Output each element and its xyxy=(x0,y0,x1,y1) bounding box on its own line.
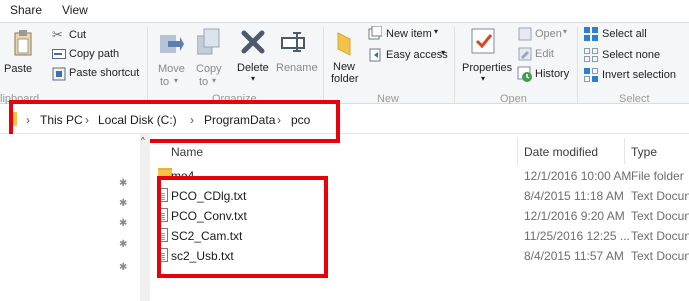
file-type: File folder xyxy=(631,169,684,183)
copy-path-icon xyxy=(52,49,66,59)
ribbon-separator xyxy=(454,27,455,103)
tab-share[interactable]: Share xyxy=(10,3,42,17)
nav-scrollbar[interactable]: ^ xyxy=(140,134,150,301)
pin-icon[interactable]: ✱ xyxy=(119,239,129,250)
move-to-dropdown-icon: ▾ xyxy=(174,76,179,85)
file-date: 11/25/2016 12:25 ... xyxy=(524,229,630,243)
paste-shortcut-icon xyxy=(52,67,66,81)
files-highlight-box xyxy=(157,176,328,278)
navigation-pane: ✱ ✱ ✱ ✱ ✱ xyxy=(0,134,148,301)
pin-icon[interactable]: ✱ xyxy=(119,198,129,209)
file-type: Text Docun xyxy=(631,249,689,263)
open-icon xyxy=(518,27,532,41)
edit-button[interactable]: Edit xyxy=(535,48,554,60)
column-header-name[interactable]: Name xyxy=(171,145,203,159)
easy-access-button[interactable]: Easy access xyxy=(386,49,448,61)
rename-button[interactable]: Rename xyxy=(276,62,318,74)
ribbon-separator xyxy=(323,27,324,103)
scroll-up-icon[interactable]: ^ xyxy=(141,136,145,145)
column-divider[interactable] xyxy=(517,138,518,164)
copy-to-sub: to xyxy=(199,76,209,88)
pin-icon[interactable]: ✱ xyxy=(119,218,129,229)
ribbon-tabs: Share View xyxy=(0,0,689,22)
file-type: Text Docun xyxy=(631,189,689,203)
file-date: 12/1/2016 10:00 AM xyxy=(524,169,632,183)
copy-to-button[interactable]: Copy xyxy=(196,63,222,75)
select-none-icon xyxy=(584,48,598,62)
column-divider[interactable] xyxy=(624,138,625,164)
history-icon xyxy=(517,66,532,82)
easy-access-dropdown-icon: ▾ xyxy=(441,48,446,57)
delete-dropdown-icon: ▾ xyxy=(251,74,256,83)
select-all-icon xyxy=(584,27,598,41)
pin-icon[interactable]: ✱ xyxy=(119,178,129,189)
select-all-button[interactable]: Select all xyxy=(602,28,647,40)
copy-to-dropdown-icon: ▾ xyxy=(212,76,217,85)
move-to-icon xyxy=(160,35,184,53)
open-dropdown-icon: ▾ xyxy=(563,27,568,36)
new-item-button[interactable]: New item xyxy=(386,28,432,40)
move-to-button[interactable]: Move xyxy=(158,63,185,75)
new-item-dropdown-icon: ▾ xyxy=(434,27,439,36)
paste-button[interactable]: Paste xyxy=(4,63,32,75)
ribbon-separator xyxy=(147,27,148,103)
file-type: Text Docun xyxy=(631,209,689,223)
tab-view[interactable]: View xyxy=(62,3,88,17)
ribbon-separator xyxy=(577,27,578,103)
invert-selection-button[interactable]: Invert selection xyxy=(602,69,676,81)
invert-selection-icon xyxy=(584,68,598,82)
rename-icon xyxy=(281,32,305,52)
open-button[interactable]: Open xyxy=(535,28,562,40)
properties-dropdown-icon: ▾ xyxy=(481,74,486,83)
history-button[interactable]: History xyxy=(535,68,569,80)
file-date: 8/4/2015 11:18 AM xyxy=(524,189,624,203)
column-header-date-modified[interactable]: Date modified xyxy=(524,145,598,159)
cut-button[interactable]: Cut xyxy=(69,29,86,41)
new-item-icon xyxy=(368,26,382,40)
easy-access-icon xyxy=(369,48,381,62)
ribbon: Paste ✂ Cut Copy path Paste shortcut lip… xyxy=(0,22,689,105)
edit-icon xyxy=(518,47,532,61)
paste-shortcut-button[interactable]: Paste shortcut xyxy=(69,67,139,79)
copy-to-icon xyxy=(197,28,220,55)
delete-button[interactable]: Delete xyxy=(237,62,269,74)
delete-icon xyxy=(241,30,265,54)
new-folder-icon xyxy=(337,32,351,56)
move-to-sub: to xyxy=(160,76,170,88)
select-none-button[interactable]: Select none xyxy=(602,49,660,61)
pin-icon[interactable]: ✱ xyxy=(119,262,129,273)
paste-icon xyxy=(14,30,32,56)
cut-icon: ✂ xyxy=(52,27,63,42)
column-header-type[interactable]: Type xyxy=(631,145,657,159)
file-date: 8/4/2015 11:57 AM xyxy=(524,249,624,263)
new-folder-label-2: folder xyxy=(331,73,359,85)
new-folder-button[interactable]: New xyxy=(333,61,355,73)
copy-path-button[interactable]: Copy path xyxy=(69,48,119,60)
file-date: 12/1/2016 9:20 AM xyxy=(524,209,625,223)
properties-icon xyxy=(471,28,495,54)
file-type: Text Docun xyxy=(631,229,689,243)
properties-button[interactable]: Properties xyxy=(462,62,512,74)
